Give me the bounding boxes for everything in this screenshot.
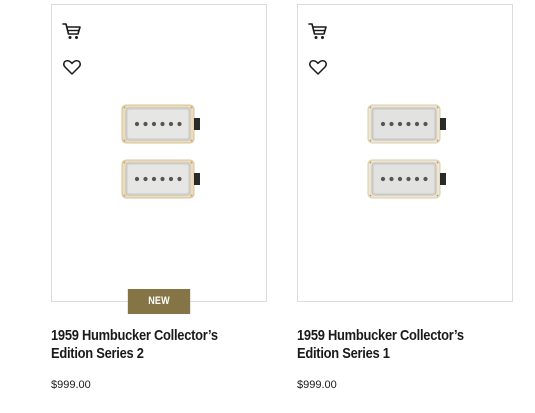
pickup-bottom <box>121 159 200 199</box>
new-arrival-badge: NEW ARRIVAL <box>127 289 191 332</box>
heart-icon[interactable] <box>308 57 328 77</box>
product-name-line: Edition Series 2 <box>51 345 144 362</box>
product-name-line: 1959 Humbucker Collector’s <box>51 327 218 344</box>
product-price: $999.00 <box>51 379 91 391</box>
product-name-line: 1959 Humbucker Collector’s <box>297 327 464 344</box>
cart-icon[interactable] <box>62 21 82 41</box>
cart-icon[interactable] <box>308 21 328 41</box>
product-name[interactable]: 1959 Humbucker Collector’s Edition Serie… <box>51 327 257 363</box>
heart-icon[interactable] <box>62 57 82 77</box>
product-grid: NEW ARRIVAL 1959 Humbucker Collector’s E… <box>0 0 535 413</box>
pickup-top <box>367 104 446 144</box>
product-card[interactable]: NEW ARRIVAL 1959 Humbucker Collector’s E… <box>51 4 267 391</box>
product-image-box[interactable] <box>297 4 513 302</box>
pickup-top <box>121 104 200 144</box>
product-image <box>367 104 446 199</box>
product-name-line: Edition Series 1 <box>297 345 390 362</box>
product-card[interactable]: 1959 Humbucker Collector’s Edition Serie… <box>297 4 513 391</box>
product-image-box[interactable]: NEW ARRIVAL <box>51 4 267 332</box>
pickup-bottom <box>367 159 446 199</box>
product-image <box>121 104 200 199</box>
product-name[interactable]: 1959 Humbucker Collector’s Edition Serie… <box>297 327 503 363</box>
product-price: $999.00 <box>297 379 337 391</box>
